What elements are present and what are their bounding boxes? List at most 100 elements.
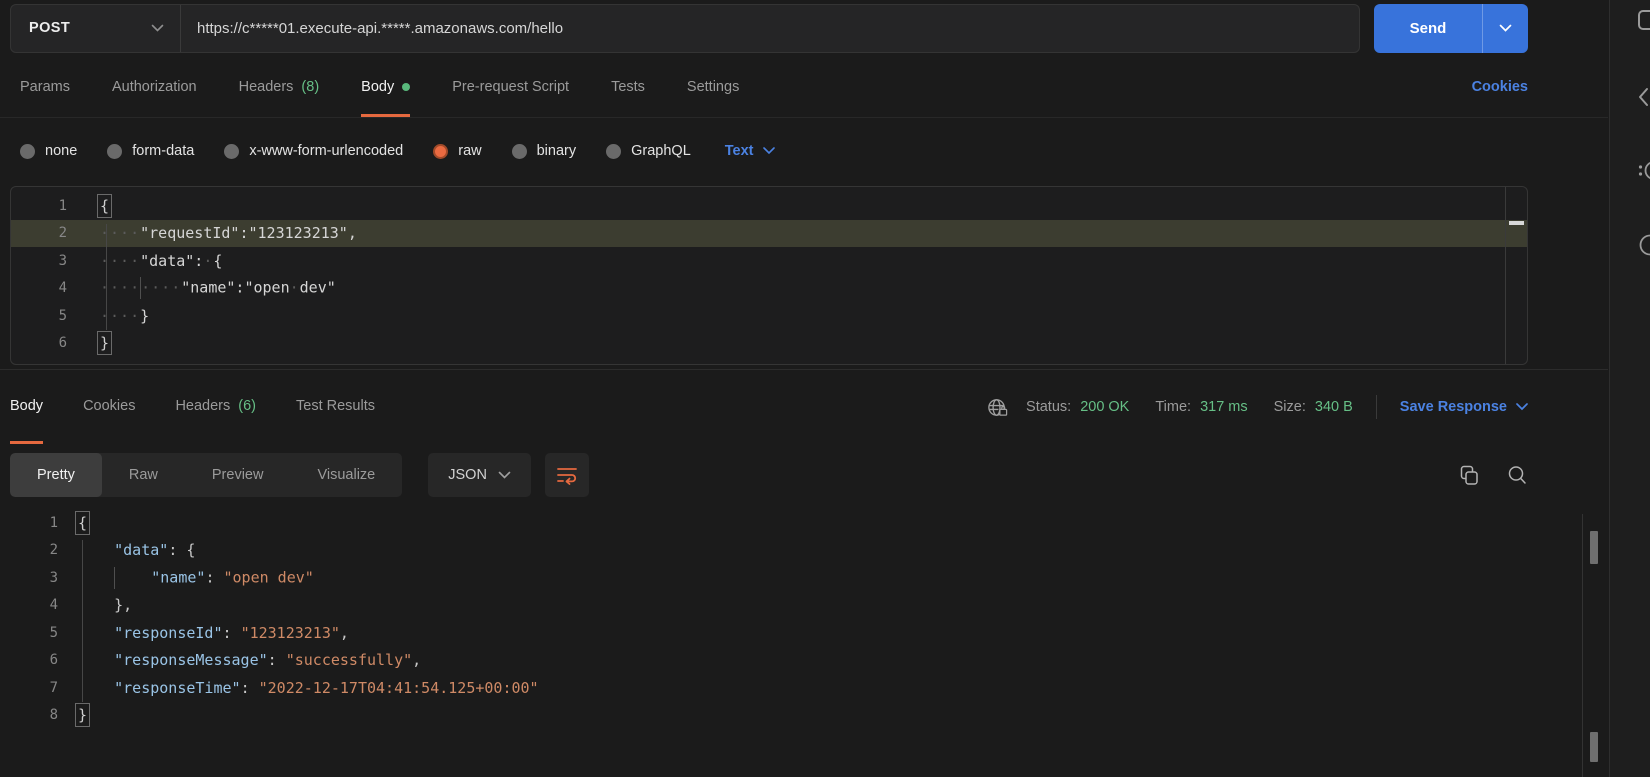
method-selector[interactable]: POST [11,4,181,52]
cookies-link[interactable]: Cookies [1472,79,1528,95]
url-box: POST [10,3,1360,53]
chevron-down-icon [1516,403,1528,411]
code-line-3[interactable]: 3 ····"data":·{ [11,247,1527,275]
request-code-lines: 1{2 ····"requestId":"123123213", 3 ····"dat… [11,192,1527,357]
radio-x-www-form-urlencoded[interactable]: x-www-form-urlencoded [224,143,403,159]
tab-tests[interactable]: Tests [611,56,645,117]
tab-pre-request-script[interactable]: Pre-request Script [452,56,569,117]
size-label: Size: [1273,399,1306,415]
code-line-4[interactable]: 4 ········"name":"open·dev" [11,275,1527,303]
code-text: }, [114,596,133,615]
save-response-button[interactable]: Save Response [1400,399,1528,415]
tab-headers[interactable]: Headers (8) [239,56,320,117]
tab-label: Test Results [296,397,375,414]
radio-none[interactable]: none [20,143,77,159]
code-line-3[interactable]: 3 "name": "open dev" [10,564,1598,592]
code-line-5[interactable]: 5 ····} [11,302,1527,330]
tab-label: Tests [611,78,645,95]
fold-guide-line [106,224,107,330]
search-response-button[interactable] [1506,464,1528,486]
radio-label: GraphQL [631,143,691,159]
response-tab-body[interactable]: Body [10,370,44,444]
radio-icon [107,143,123,159]
network-globe-icon[interactable] [986,396,1009,419]
response-code-lines: 1{2 "data": {3 "name": "open dev" 4 }, 5 "… [10,509,1598,729]
cursor-position-mark [1509,221,1524,225]
view-visualize[interactable]: Visualize [290,453,402,497]
code-icon[interactable] [1638,86,1650,113]
code-line-1[interactable]: 1{ [11,192,1527,220]
save-response-label: Save Response [1399,399,1507,415]
info-icon[interactable] [1638,233,1650,262]
radio-binary[interactable]: binary [511,143,577,159]
code-line-6[interactable]: 6} [11,330,1527,358]
wrap-text-button[interactable] [544,453,589,497]
code-line-7[interactable]: 7 "responseTime": "2022-12-17T04:41:54.1… [10,674,1598,702]
response-tab-cookies[interactable]: Cookies [83,370,135,444]
code-text: "responseTime": "2022-12-17T04:41:54.125… [114,678,539,697]
editor-overview-ruler[interactable] [1505,187,1527,364]
tab-settings[interactable]: Settings [687,56,739,117]
chevron-down-icon [1499,24,1512,32]
code-line-2[interactable]: 2 "data": { [10,537,1598,565]
raw-format-selector[interactable]: Text [725,143,775,159]
line-number: 5 [49,624,58,641]
line-number: 7 [49,679,58,696]
window-icon[interactable] [1638,10,1650,30]
radio-icon [606,143,622,159]
code-text: "responseId": "123123213", [114,623,349,642]
code-line-4[interactable]: 4 }, [10,592,1598,620]
radio-raw[interactable]: raw [433,143,482,159]
code-text: ····"data":·{ [100,251,223,270]
response-meta: Status: 200 OK Time: 317 ms Size: 340 B … [986,370,1528,444]
time-value: 317 ms [1200,399,1248,415]
code-text: } [96,331,113,356]
radio-graphql[interactable]: GraphQL [606,143,691,159]
tab-label: Body [10,397,44,414]
tab-authorization[interactable]: Authorization [112,56,197,117]
line-number: 3 [49,569,58,586]
code-line-8[interactable]: 8} [10,702,1598,730]
tab-label: Settings [686,78,740,95]
code-text: ····} [100,306,150,325]
radio-form-data[interactable]: form-data [107,143,194,159]
response-tabs-bar: Body Cookies Headers (6) Test Results Sta… [0,370,1608,444]
body-type-bar: none form-data x-www-form-urlencoded raw… [0,118,1608,184]
view-pretty[interactable]: Pretty [10,453,102,497]
wrap-text-icon [557,468,577,485]
request-body-editor[interactable]: 1{2 ····"requestId":"123123213", 3 ····"dat… [10,186,1528,365]
response-format-selector[interactable]: JSON [428,453,531,497]
format-label: JSON [448,467,487,483]
code-text: "responseMessage": "successfully", [114,651,422,670]
code-line-1[interactable]: 1{ [10,509,1598,537]
response-tab-headers[interactable]: Headers (6) [175,370,256,444]
radio-label: binary [536,143,577,159]
scrollbar-mark[interactable] [1590,732,1598,762]
code-line-5[interactable]: 5 "responseId": "123123213", [10,619,1598,647]
request-tabs: Params Authorization Headers (8) Body Pre… [0,56,1608,118]
scrollbar-mark[interactable] [1590,531,1598,564]
url-input[interactable] [181,4,1359,52]
response-body-viewer[interactable]: 1{2 "data": {3 "name": "open dev" 4 }, 5 "… [10,506,1598,777]
response-overview-ruler[interactable] [1582,514,1583,777]
send-options-button[interactable] [1482,3,1528,53]
copy-response-button[interactable] [1458,464,1480,486]
radio-icon [224,143,240,159]
tab-label: Cookies [83,397,136,414]
line-number: 4 [49,597,58,614]
view-preview[interactable]: Preview [185,453,291,497]
fold-guide-line [82,540,83,702]
tab-label: Body [361,78,395,95]
tab-body[interactable]: Body [361,56,411,117]
comment-icon[interactable] [1638,158,1650,189]
code-line-6[interactable]: 6 "responseMessage": "successfully", [10,647,1598,675]
line-number: 1 [58,197,67,214]
view-raw[interactable]: Raw [102,453,185,497]
send-button[interactable]: Send [1374,3,1482,53]
meta-divider [1375,395,1377,419]
size-value: 340 B [1314,399,1353,415]
code-line-2[interactable]: 2 ····"requestId":"123123213", [11,219,1527,247]
search-icon [1508,466,1526,484]
response-tab-test-results[interactable]: Test Results [296,370,375,444]
tab-params[interactable]: Params [20,56,70,117]
